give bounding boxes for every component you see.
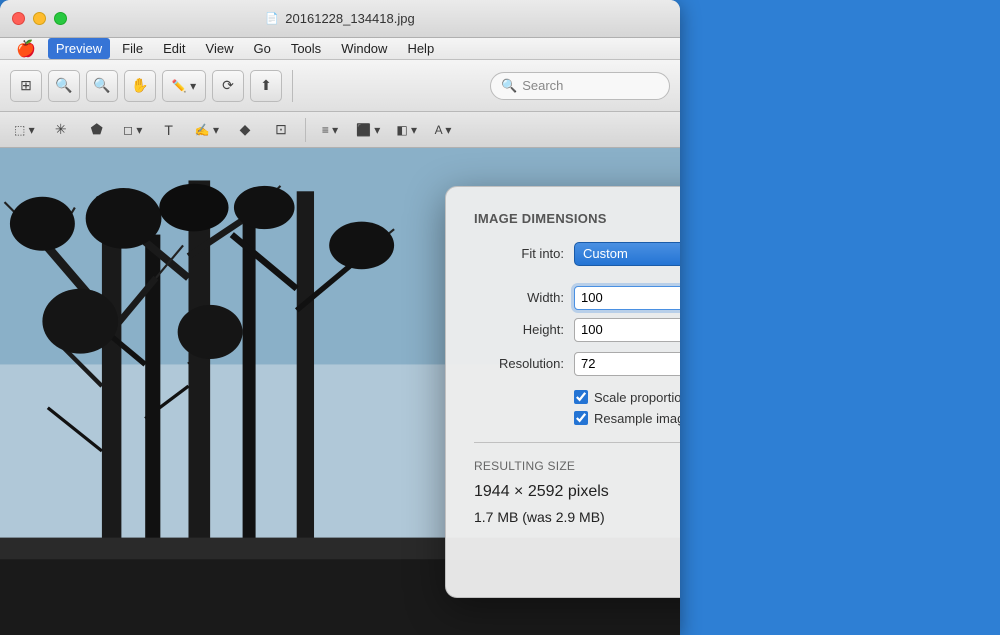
menu-view[interactable]: View: [198, 38, 242, 59]
resample-row: Resample image: [574, 411, 680, 426]
resample-label[interactable]: Resample image: [594, 411, 680, 426]
resolution-input[interactable]: [574, 352, 680, 376]
font-btn[interactable]: A ▾: [429, 116, 457, 144]
markup-btn[interactable]: ✏️ ▾: [162, 70, 206, 102]
menu-go[interactable]: Go: [245, 38, 278, 59]
wh-unit-row: Width: Height: 🔒: [474, 286, 680, 342]
height-label: Height:: [474, 322, 564, 337]
width-row: Width:: [474, 286, 680, 310]
dialog-buttons: Cancel OK: [474, 549, 680, 577]
instant-alpha-btn[interactable]: ✳: [47, 116, 75, 144]
width-label: Width:: [474, 290, 564, 305]
toolbar: ⊞ 🔍 🔍 ✋ ✏️ ▾ ⟳ ⬆ 🔍 Search: [0, 60, 680, 112]
menu-window[interactable]: Window: [333, 38, 395, 59]
wh-fields: Width: Height:: [474, 286, 680, 342]
maximize-button[interactable]: [54, 12, 67, 25]
menu-bar: 🍎 Preview File Edit View Go Tools Window…: [0, 38, 680, 60]
crop-btn[interactable]: ⊡: [267, 116, 295, 144]
search-placeholder: Search: [522, 78, 563, 93]
toolbar-separator: [292, 70, 293, 102]
rotate-btn[interactable]: ⟳: [212, 70, 244, 102]
menu-help[interactable]: Help: [399, 38, 442, 59]
text-align-btn[interactable]: ≡ ▾: [316, 116, 344, 144]
sidebar-toggle-btn[interactable]: ⊞: [10, 70, 42, 102]
menu-tools[interactable]: Tools: [283, 38, 329, 59]
annotation-toolbar: ⬚ ▾ ✳ ⬟ ◻ ▾ T ✍ ▾ ◆ ⊡ ≡ ▾ ⬛ ▾ ◧ ▾ A ▾: [0, 112, 680, 148]
window-title: 📄 20161228_134418.jpg: [265, 11, 414, 26]
zoom-out-btn[interactable]: 🔍: [48, 70, 80, 102]
selection-btn[interactable]: ⬚ ▾: [10, 116, 39, 144]
border-btn[interactable]: ⬛ ▾: [352, 116, 384, 144]
dialog-overlay: Image Dimensions Fit into: Custom Fit Pa…: [370, 148, 680, 635]
apple-menu[interactable]: 🍎: [8, 38, 44, 59]
sign-btn[interactable]: ✍ ▾: [191, 116, 223, 144]
resolution-label: Resolution:: [474, 356, 564, 371]
resample-checkbox[interactable]: [574, 411, 588, 425]
menu-preview[interactable]: Preview: [48, 38, 110, 59]
scale-label[interactable]: Scale proportionally: [594, 390, 680, 405]
shapes-btn[interactable]: ◻ ▾: [119, 116, 147, 144]
traffic-lights: [12, 12, 67, 25]
move-btn[interactable]: ✋: [124, 70, 156, 102]
fit-into-row: Fit into: Custom Fit Page Original Size …: [474, 242, 680, 266]
width-input[interactable]: [574, 286, 680, 310]
result-section-title: Resulting Size: [474, 459, 680, 473]
resolution-row: Resolution: pixels/inch pixels/cm ▲▼: [474, 352, 680, 376]
fit-into-select-wrapper[interactable]: Custom Fit Page Original Size ▲▼: [574, 242, 680, 266]
image-dimensions-dialog: Image Dimensions Fit into: Custom Fit Pa…: [445, 186, 680, 598]
ann-separator-1: [305, 118, 306, 142]
result-filesize: 1.7 MB (was 2.9 MB): [474, 509, 680, 525]
adjust-color2-btn[interactable]: ◆: [231, 116, 259, 144]
dialog-title: Image Dimensions: [474, 211, 680, 226]
fill-btn[interactable]: ◧ ▾: [392, 116, 421, 144]
close-button[interactable]: [12, 12, 25, 25]
zoom-in-btn[interactable]: 🔍: [86, 70, 118, 102]
menu-edit[interactable]: Edit: [155, 38, 193, 59]
content-area: Image Dimensions Fit into: Custom Fit Pa…: [0, 148, 680, 635]
title-bar: 📄 20161228_134418.jpg: [0, 0, 680, 38]
menu-file[interactable]: File: [114, 38, 151, 59]
fit-into-select[interactable]: Custom Fit Page Original Size: [574, 242, 680, 266]
adjust-color-btn[interactable]: ⬟: [83, 116, 111, 144]
preview-window: 📄 20161228_134418.jpg 🍎 Preview File Edi…: [0, 0, 680, 635]
file-icon: 📄: [265, 12, 279, 26]
dialog-divider: [474, 442, 680, 443]
result-dimensions: 1944 × 2592 pixels: [474, 483, 680, 501]
text-btn[interactable]: T: [155, 116, 183, 144]
minimize-button[interactable]: [33, 12, 46, 25]
height-input[interactable]: [574, 318, 680, 342]
scale-checkbox[interactable]: [574, 390, 588, 404]
height-row: Height:: [474, 318, 680, 342]
file-name: 20161228_134418.jpg: [285, 11, 414, 26]
search-icon: 🔍: [501, 78, 517, 94]
scale-row: Scale proportionally: [574, 390, 680, 405]
share-btn[interactable]: ⬆: [250, 70, 282, 102]
search-field[interactable]: 🔍 Search: [490, 72, 670, 100]
fit-into-label: Fit into:: [474, 246, 564, 261]
